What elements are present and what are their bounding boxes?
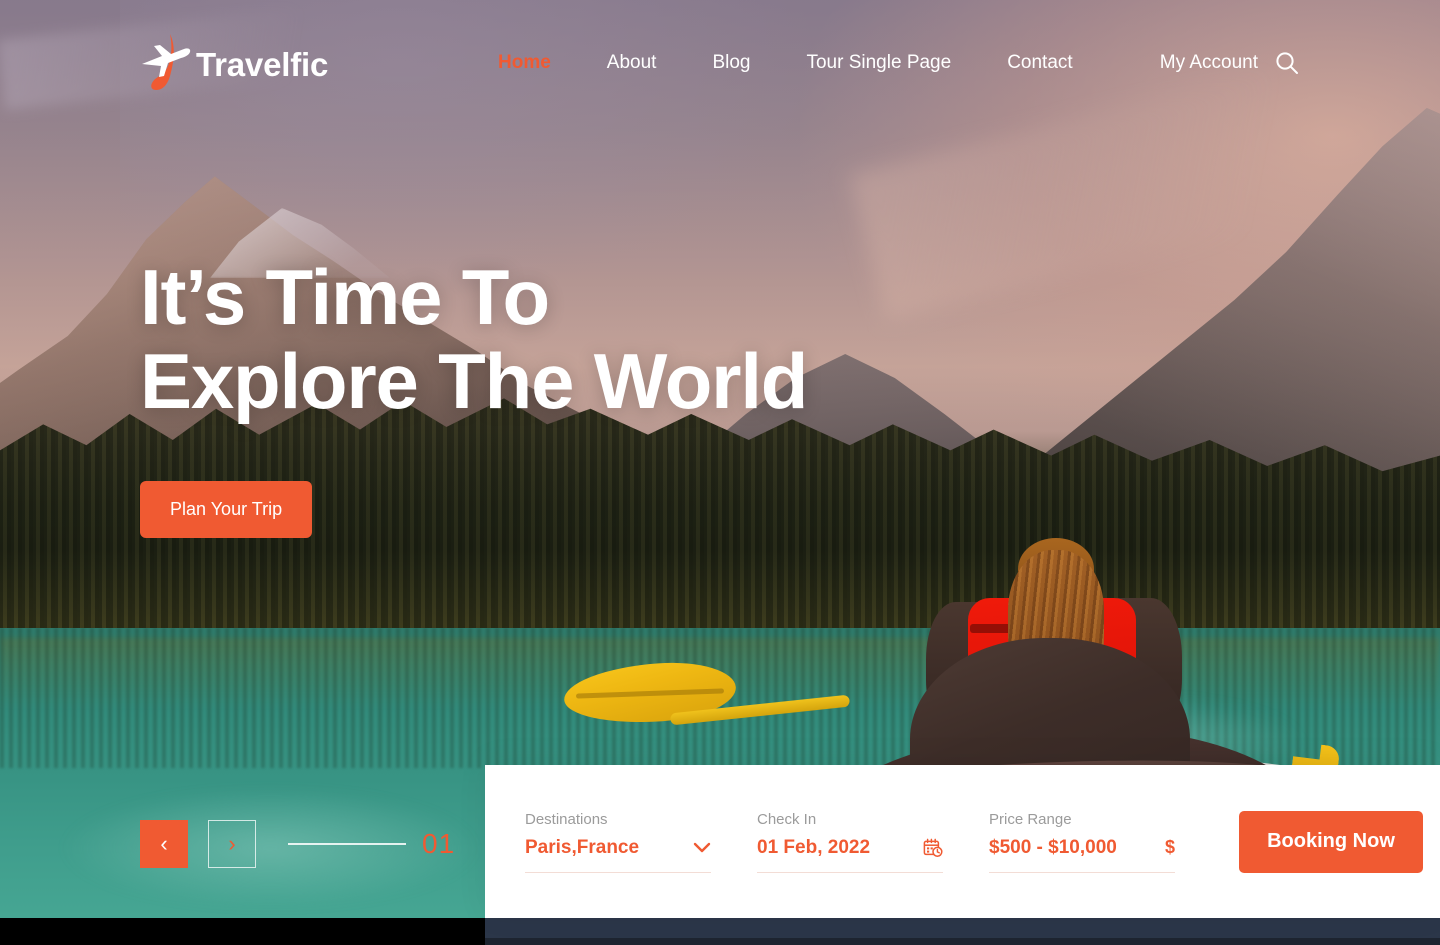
account-area: My Account	[1160, 50, 1300, 76]
nav-item-home[interactable]: Home	[470, 52, 579, 74]
search-icon[interactable]	[1274, 50, 1300, 76]
nav-item-about[interactable]: About	[579, 52, 685, 74]
hero-slider-controls: ‹ › 01	[140, 820, 455, 868]
hero-title-line-2: Explore The World	[140, 337, 808, 426]
price-range-label: Price Range	[989, 810, 1072, 828]
site-header: Travelfic Home About Blog Tour Single Pa…	[0, 0, 1440, 126]
page-title: It’s Time To Explore The World	[140, 253, 808, 426]
hero-content: It’s Time To Explore The World Plan Your…	[140, 253, 808, 539]
slider-current-index: 01	[422, 828, 456, 859]
destinations-row[interactable]: Paris,France	[525, 837, 711, 873]
price-range-field[interactable]: Price Range $500 - $10,000 $	[989, 811, 1175, 873]
nav-item-blog[interactable]: Blog	[684, 52, 778, 74]
check-in-field[interactable]: Check In 01 Feb, 2022	[757, 811, 943, 873]
booking-now-button[interactable]: Booking Now	[1239, 810, 1423, 873]
calendar-clock-icon[interactable]	[923, 838, 943, 858]
main-navigation: Home About Blog Tour Single Page Contact	[470, 52, 1101, 74]
page-bottom-band-left	[0, 918, 485, 945]
chevron-down-icon[interactable]	[693, 842, 711, 853]
brand-name: Travelfic	[196, 46, 329, 83]
price-range-row[interactable]: $500 - $10,000 $	[989, 837, 1175, 873]
slider-prev-button[interactable]: ‹	[140, 820, 188, 868]
brand-logo[interactable]: Travelfic	[140, 31, 340, 95]
destinations-field[interactable]: Destinations Paris,France	[525, 811, 711, 873]
destinations-label: Destinations	[525, 810, 608, 828]
page-bottom-band-navy	[485, 918, 1440, 938]
price-range-value: $500 - $10,000	[989, 836, 1117, 858]
dollar-icon: $	[1164, 837, 1175, 857]
nav-item-contact[interactable]: Contact	[979, 52, 1100, 74]
check-in-label: Check In	[757, 810, 817, 828]
hero-title-line-1: It’s Time To	[140, 253, 550, 341]
slider-next-button[interactable]: ›	[208, 820, 256, 868]
check-in-value: 01 Feb, 2022	[757, 836, 871, 858]
check-in-row[interactable]: 01 Feb, 2022	[757, 837, 943, 873]
destinations-value: Paris,France	[525, 836, 640, 858]
my-account-link[interactable]: My Account	[1160, 52, 1258, 74]
plan-your-trip-button[interactable]: Plan Your Trip	[140, 481, 313, 539]
landing-page: Travelfic Home About Blog Tour Single Pa…	[0, 0, 1440, 945]
nav-item-tour-single-page[interactable]: Tour Single Page	[778, 52, 979, 74]
slider-progress-line	[288, 843, 406, 845]
booking-search-card: Destinations Paris,France Check In 01 Fe…	[485, 765, 1440, 918]
